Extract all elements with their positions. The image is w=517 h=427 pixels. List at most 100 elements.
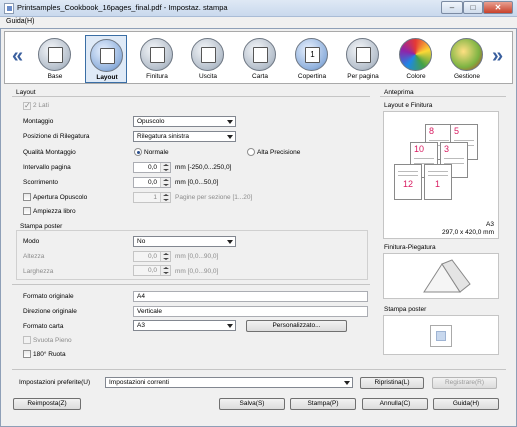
poster-sheet	[430, 325, 452, 347]
scroll-left-icon[interactable]: «	[12, 45, 23, 68]
tab-finitura[interactable]: Finitura	[136, 35, 178, 83]
paper-dims-label: 297,0 x 420,0 mm	[441, 229, 494, 236]
ruota-180-checkbox[interactable]	[23, 350, 31, 358]
tab-gestione[interactable]: Gestione	[446, 35, 488, 83]
intervallo-range: mm [-250,0...250,0]	[175, 164, 232, 171]
preview-page: 12	[394, 164, 422, 200]
formato-originale-field[interactable]: A4	[133, 291, 368, 302]
formato-carta-select[interactable]: A3	[133, 320, 236, 331]
layout-finitura-label: Layout e Finitura	[384, 102, 433, 109]
page-number: 12	[403, 179, 414, 189]
scorrimento-range: mm [0,0...50,0]	[175, 179, 219, 186]
tab-uscita[interactable]: Uscita	[187, 35, 229, 83]
tab-label: Gestione	[453, 73, 481, 80]
tab-layout[interactable]: Layout	[85, 35, 127, 83]
layout-preview: 8 5 10 3 12 1 A3 297,0 x 420,0 mm	[383, 111, 499, 239]
paper-size-label: A3	[486, 221, 494, 228]
layout-section-title: Layout	[16, 89, 36, 96]
stampa-button[interactable]: Stampa(P)	[290, 398, 356, 410]
paper-divider	[12, 284, 370, 285]
impostazioni-preferite-select[interactable]: Impostazioni correnti	[105, 377, 353, 388]
close-button[interactable]: ✕	[483, 1, 513, 14]
formato-carta-label: Formato carta	[23, 323, 64, 330]
page-number: 10	[414, 144, 425, 154]
alta-precisione-radio[interactable]	[247, 148, 255, 156]
poster-preview	[383, 315, 499, 355]
ruota-180-label: 180° Ruota	[33, 351, 66, 358]
title-bar: Printsamples_Cookbook_16pages_final.pdf …	[0, 0, 517, 17]
direzione-originale-label: Direzione originale	[23, 308, 77, 315]
guida-button[interactable]: Guida(H)	[433, 398, 499, 410]
page-number: 8	[429, 126, 435, 136]
tab-carta[interactable]: Carta	[239, 35, 281, 83]
normale-radio[interactable]	[134, 148, 142, 156]
tab-label: Uscita	[198, 73, 218, 80]
minimize-button[interactable]: –	[441, 1, 463, 14]
two-sided-checkbox[interactable]	[23, 101, 31, 110]
svuota-pieno-checkbox[interactable]	[23, 336, 31, 344]
apertura-opuscolo-spinner[interactable]: 1	[133, 192, 171, 203]
tab-per-pagina[interactable]: Per pagina	[342, 35, 384, 83]
impostazioni-preferite-label: Impostazioni preferite(U)	[19, 379, 91, 386]
salva-button[interactable]: Salva(S)	[219, 398, 285, 410]
posizione-rilegatura-select[interactable]: Rilegatura sinistra	[133, 131, 236, 142]
annulla-button[interactable]: Annulla(C)	[362, 398, 428, 410]
tab-label: Per pagina	[347, 73, 379, 80]
menu-guida[interactable]: Guida(H)	[6, 18, 34, 25]
intervallo-pagina-label: Intervallo pagina	[23, 164, 71, 171]
normale-label: Normale	[144, 149, 169, 156]
per-page-icon	[346, 38, 379, 71]
tab-label: Copertina	[297, 73, 327, 80]
management-icon	[450, 38, 483, 71]
registrare-button[interactable]: Registrare(R)	[432, 377, 497, 389]
intervallo-pagina-spinner[interactable]: 0,0	[133, 162, 171, 173]
tab-label: Layout	[96, 74, 118, 81]
direzione-originale-field[interactable]: Verticale	[133, 306, 368, 317]
chevron-down-icon	[227, 120, 233, 124]
ripristina-button[interactable]: Ripristina(L)	[360, 377, 424, 389]
two-sided-label: 2 Lati	[33, 102, 49, 109]
altezza-label: Altezza	[23, 253, 45, 260]
base-icon	[38, 38, 71, 71]
modo-select[interactable]: No	[133, 236, 236, 247]
app-icon	[4, 3, 14, 14]
tab-colore[interactable]: Colore	[395, 35, 437, 83]
personalizzato-button[interactable]: Personalizzato...	[246, 320, 347, 332]
poster-section-title: Stampa poster	[20, 223, 63, 230]
window-title: Printsamples_Cookbook_16pages_final.pdf …	[17, 3, 228, 12]
fold-icon	[423, 259, 471, 293]
finishing-icon	[140, 38, 173, 71]
alta-precisione-label: Alta Precisione	[257, 149, 301, 156]
footer-divider	[12, 369, 506, 370]
cover-icon: 1	[295, 38, 328, 71]
ampiezza-libro-checkbox[interactable]	[23, 207, 31, 215]
tab-base[interactable]: Base	[34, 35, 76, 83]
apertura-opuscolo-checkbox[interactable]	[23, 193, 31, 201]
cover-badge: 1	[305, 47, 320, 63]
scorrimento-spinner[interactable]: 0,0	[133, 177, 171, 188]
montaggio-select[interactable]: Opuscolo	[133, 116, 236, 127]
larghezza-range: mm [0,0...90,0]	[175, 268, 219, 275]
layout-divider	[12, 96, 370, 97]
anteprima-divider	[380, 96, 506, 97]
paper-icon	[243, 38, 276, 71]
ampiezza-libro-label: Ampiezza libro	[33, 208, 76, 215]
tab-label: Finitura	[146, 73, 168, 80]
apertura-range: Pagine per sezione [1...20]	[175, 194, 253, 201]
layout-icon	[90, 39, 123, 72]
page-number: 5	[454, 126, 460, 136]
reimposta-button[interactable]: Reimposta(Z)	[13, 398, 81, 410]
scorrimento-label: Scorrimento	[23, 179, 59, 186]
chevron-down-icon	[227, 240, 233, 244]
tab-label: Carta	[252, 73, 268, 80]
altezza-spinner[interactable]: 0,0	[133, 251, 171, 262]
larghezza-spinner[interactable]: 0,0	[133, 265, 171, 276]
tab-copertina[interactable]: 1 Copertina	[291, 35, 333, 83]
formato-originale-label: Formato originale	[23, 293, 74, 300]
maximize-button[interactable]: □	[463, 1, 483, 14]
anteprima-title: Anteprima	[384, 89, 414, 96]
chevron-down-icon	[227, 135, 233, 139]
stampa-poster-preview-label: Stampa poster	[384, 306, 427, 313]
scroll-right-icon[interactable]: »	[492, 45, 503, 68]
color-icon	[399, 38, 432, 71]
